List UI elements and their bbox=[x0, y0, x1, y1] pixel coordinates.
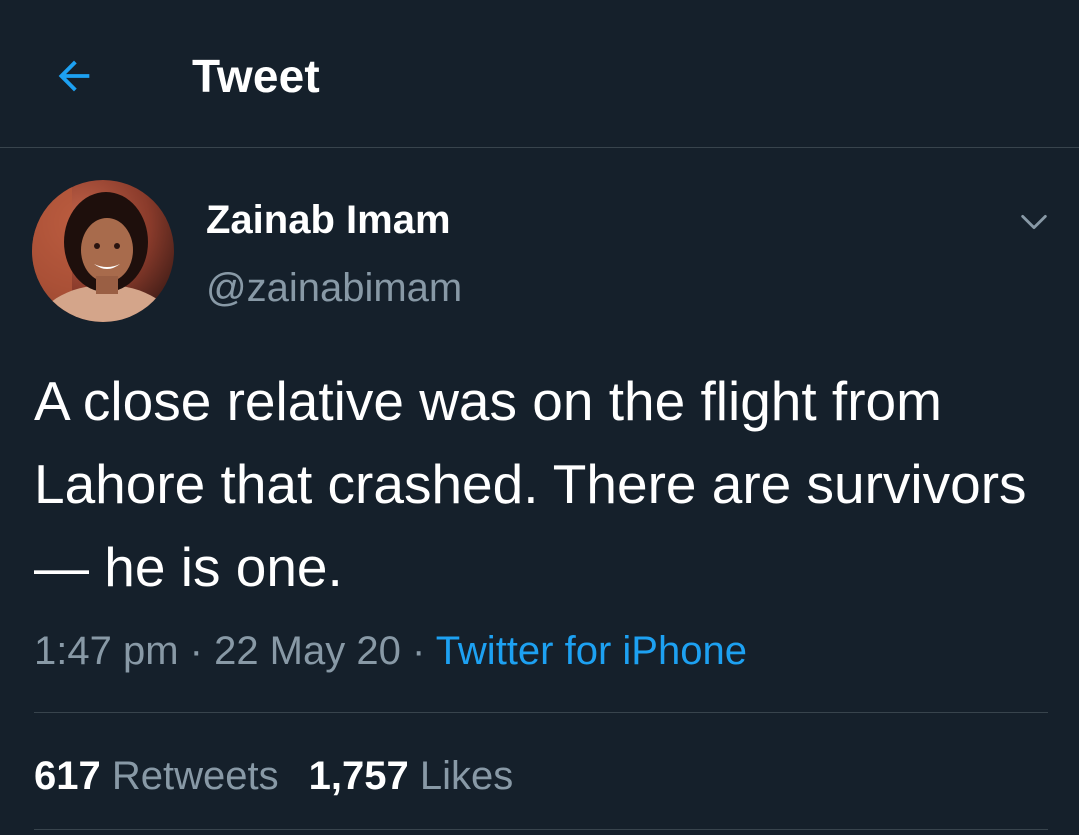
tweet-text: A close relative was on the flight from … bbox=[34, 370, 1027, 598]
author-handle[interactable]: @zainabimam bbox=[206, 264, 462, 312]
back-button[interactable] bbox=[48, 50, 100, 102]
arrow-left-icon bbox=[58, 60, 90, 92]
avatar[interactable] bbox=[32, 180, 174, 322]
tweet-stats: 617 Retweets 1,757 Likes bbox=[34, 750, 543, 802]
likes-count: 1,757 bbox=[308, 754, 409, 798]
more-options-button[interactable] bbox=[1014, 202, 1054, 242]
retweets-count: 617 bbox=[34, 754, 101, 798]
meta-separator: · bbox=[178, 629, 215, 673]
likes-label: Likes bbox=[419, 754, 514, 798]
top-bar: Tweet bbox=[0, 0, 1079, 148]
tweet-source-link[interactable]: Twitter for iPhone bbox=[436, 629, 747, 673]
tweet-metadata: 1:47 pm · 22 May 20 · Twitter for iPhone bbox=[34, 625, 747, 677]
meta-separator: · bbox=[400, 629, 436, 673]
divider bbox=[34, 829, 1048, 830]
chevron-down-icon bbox=[1021, 214, 1047, 230]
likes-stat[interactable]: 1,757 Likes bbox=[309, 750, 514, 802]
tweet-time: 1:47 pm bbox=[34, 629, 179, 673]
retweets-stat[interactable]: 617 Retweets bbox=[34, 750, 279, 802]
tweet-date: 22 May 20 bbox=[214, 629, 401, 673]
retweets-label: Retweets bbox=[111, 754, 279, 798]
author-name[interactable]: Zainab Imam bbox=[206, 196, 451, 244]
page-title: Tweet bbox=[192, 50, 320, 102]
divider bbox=[34, 712, 1048, 713]
profile-photo bbox=[32, 180, 174, 322]
